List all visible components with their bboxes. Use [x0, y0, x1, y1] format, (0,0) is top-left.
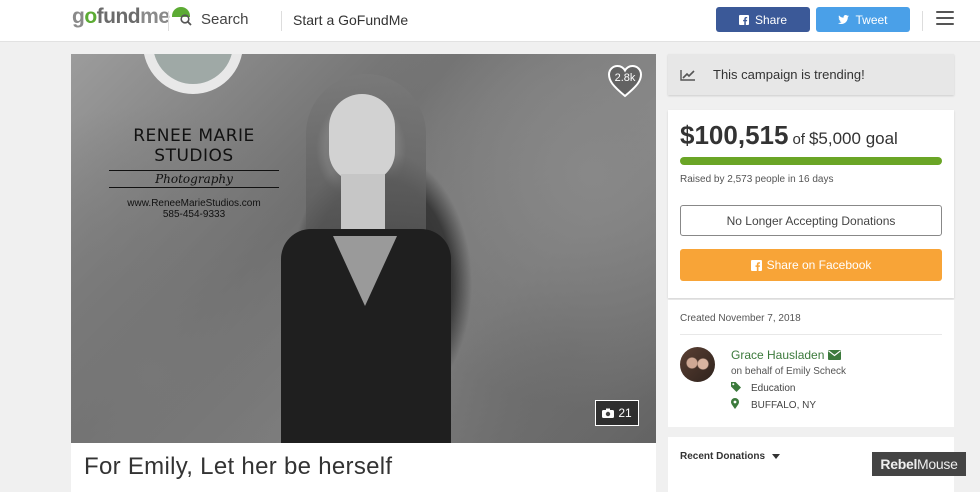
campaign-title-card: For Emily, Let her be herself — [71, 443, 656, 492]
organizer-avatar[interactable] — [680, 347, 715, 382]
goal-amount: $5,000 goal — [808, 129, 898, 148]
share-facebook-button[interactable]: Share on Facebook — [680, 249, 942, 281]
photo-gallery-button[interactable]: 21 — [595, 400, 639, 426]
watermark-subtitle: Photography — [109, 170, 279, 188]
search-icon — [180, 13, 192, 26]
organizer-link[interactable]: Grace Hausladen — [731, 348, 842, 362]
site-header: gofundme Search Start a GoFundMe Share T… — [0, 0, 980, 42]
trending-banner: This campaign is trending! — [668, 54, 954, 95]
header-divider — [168, 11, 169, 31]
header-divider — [281, 11, 282, 31]
organizer-name: Grace Hausladen — [731, 348, 825, 362]
share-button[interactable]: Share — [716, 7, 810, 32]
tag-icon — [731, 382, 741, 392]
photographer-watermark: RENEE MARIE STUDIOS Photography www.Rene… — [109, 126, 279, 220]
watermark-logo — [143, 54, 243, 94]
organizer-card: Created November 7, 2018 Grace Hausladen… — [668, 300, 954, 427]
search-label: Search — [201, 11, 249, 28]
progress-bar — [680, 157, 942, 165]
camera-icon — [602, 408, 615, 418]
campaign-photo[interactable]: RENEE MARIE STUDIOS Photography www.Rene… — [71, 54, 656, 443]
location-label: BUFFALO, NY — [751, 399, 817, 411]
share-facebook-label: Share on Facebook — [766, 258, 872, 272]
progress-fill — [680, 157, 942, 165]
search-link[interactable]: Search — [180, 11, 249, 28]
envelope-icon[interactable] — [828, 350, 842, 360]
trending-icon — [680, 69, 695, 81]
on-behalf-text: on behalf of Emily Scheck — [731, 366, 847, 377]
start-gofundme-link[interactable]: Start a GoFundMe — [293, 12, 408, 28]
raised-by-text: Raised by 2,573 people in 16 days — [680, 174, 834, 185]
gofundme-logo[interactable]: gofundme — [72, 5, 190, 29]
no-longer-accepting-button[interactable]: No Longer Accepting Donations — [680, 205, 942, 236]
map-marker-icon — [731, 398, 739, 409]
tweet-label: Tweet — [855, 12, 888, 27]
category-label[interactable]: Education — [751, 383, 795, 394]
amount-raised: $100,515 of $5,000 goal — [680, 120, 898, 151]
location-row: BUFFALO, NY — [731, 398, 816, 412]
category-row: Education — [731, 382, 795, 395]
recent-donations-toggle[interactable]: Recent Donations — [680, 451, 781, 462]
raised-amount: $100,515 — [680, 120, 789, 150]
heart-count: 2.8k — [614, 72, 636, 84]
share-label: Share — [754, 12, 788, 27]
recent-donations-label: Recent Donations — [680, 451, 766, 462]
rebelmouse-badge[interactable]: Rebel Mouse — [872, 452, 966, 476]
created-date: Created November 7, 2018 — [680, 313, 801, 324]
photo-count: 21 — [618, 406, 632, 420]
header-divider — [922, 11, 923, 31]
twitter-icon — [838, 15, 850, 24]
of-text: of — [792, 131, 805, 148]
divider — [680, 334, 942, 335]
campaign-title: For Emily, Let her be herself — [84, 453, 393, 480]
watermark-url: www.ReneeMarieStudios.com — [127, 198, 261, 209]
menu-icon[interactable] — [936, 11, 954, 25]
facebook-icon — [738, 14, 749, 25]
watermark-title: RENEE MARIE STUDIOS — [133, 126, 255, 166]
trending-text: This campaign is trending! — [713, 67, 865, 82]
caret-down-icon — [772, 454, 781, 459]
donation-card: $100,515 of $5,000 goal Raised by 2,573 … — [668, 110, 954, 298]
tweet-button[interactable]: Tweet — [816, 7, 910, 32]
facebook-icon — [750, 259, 762, 271]
watermark-phone: 585-454-9333 — [162, 209, 226, 220]
